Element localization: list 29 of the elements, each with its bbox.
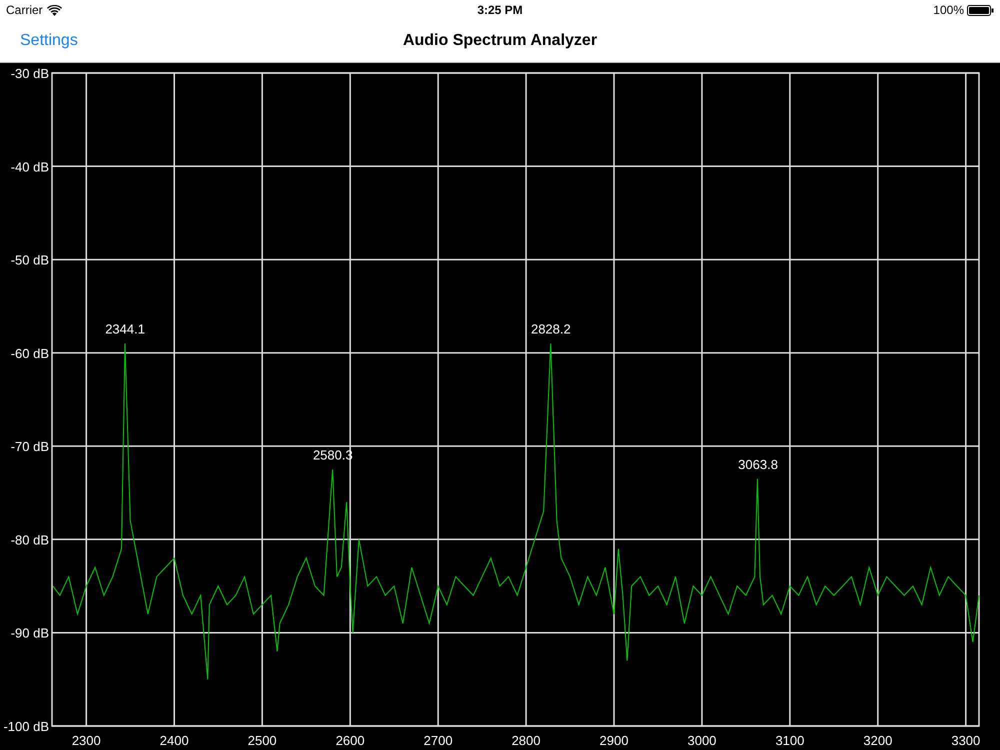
x-axis-label: 2500 [248, 733, 277, 748]
x-axis-label: 2700 [424, 733, 453, 748]
peak-label: 3063.8 [738, 456, 778, 472]
y-axis-label: -50 dB [10, 252, 49, 268]
settings-button[interactable]: Settings [20, 32, 78, 50]
x-axis-label: 3300 [951, 733, 980, 748]
y-axis-label: -60 dB [10, 346, 49, 361]
peak-label: 2828.2 [530, 322, 571, 337]
y-axis-label: -80 dB [10, 532, 49, 548]
battery-icon [967, 4, 994, 16]
x-axis-label: 3000 [688, 733, 716, 748]
y-axis-label: -100 dB [3, 719, 49, 734]
x-axis-label: 2400 [160, 733, 189, 748]
y-axis-label: -40 dB [10, 159, 49, 174]
x-axis-label: 2900 [600, 733, 628, 748]
wifi-icon [46, 4, 62, 16]
x-axis-label: 2300 [72, 733, 101, 748]
battery-percent: 100% [933, 3, 964, 17]
carrier-name: Carrier [6, 3, 43, 17]
y-axis-label: -70 dB [10, 439, 49, 454]
x-axis-label: 3100 [775, 733, 804, 748]
peak-label: 2344.1 [105, 322, 145, 337]
y-axis-label: -30 dB [10, 66, 49, 81]
status-time: 3:25 PM [477, 3, 523, 17]
x-axis-label: 2600 [336, 733, 365, 748]
x-axis-label: 3200 [863, 733, 892, 748]
nav-title: Audio Spectrum Analyzer [402, 32, 598, 50]
y-axis-label: -90 dB [10, 626, 49, 641]
x-axis-label: 2800 [512, 733, 541, 748]
